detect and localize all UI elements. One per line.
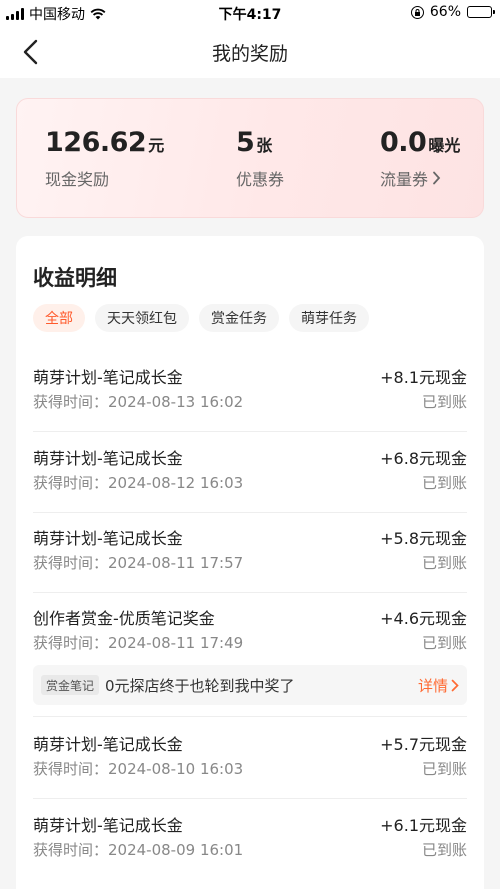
bounty-note-tag: 赏金笔记 [41,675,100,695]
coupon-summary[interactable]: 5张 优惠券 [236,127,284,190]
record-time: 获得时间：2024-08-09 16:01 [33,841,244,859]
status-bar: 中国移动 下午4:17 66% [0,0,500,26]
details-label: 详情 [417,677,448,695]
record-amount: +5.7元现金 [380,735,467,754]
record-title: 萌芽计划-笔记成长金 [33,529,183,548]
earning-record[interactable]: 创作者赏金-优质笔记奖金 +4.6元现金 获得时间：2024-08-11 17:… [33,605,467,717]
traffic-coupon-summary[interactable]: 0.0 曝光 流量券 [380,127,460,190]
earning-record[interactable]: 萌芽计划-笔记成长金 +6.1元现金 获得时间：2024-08-09 16:01… [33,812,467,880]
earning-record[interactable]: 萌芽计划-笔记成长金 +5.8元现金 获得时间：2024-08-11 17:57… [33,525,467,593]
record-time: 获得时间：2024-08-11 17:57 [33,554,244,572]
nav-bar: 我的奖励 [0,26,500,78]
record-amount: +6.8元现金 [380,449,467,468]
battery-percent: 66% [429,4,461,20]
divider [33,431,467,432]
record-status: 已到账 [421,474,467,492]
divider [33,798,467,799]
record-time: 获得时间：2024-08-12 16:03 [33,474,244,492]
record-status: 已到账 [421,393,467,411]
cash-reward-label: 现金奖励 [45,170,110,189]
divider [33,592,467,593]
earning-record[interactable]: 萌芽计划-笔记成长金 +5.7元现金 获得时间：2024-08-10 16:03… [33,731,467,799]
cash-reward-value: 126.62 [45,127,147,158]
record-time: 获得时间：2024-08-11 17:49 [33,634,244,652]
record-time: 获得时间：2024-08-13 16:02 [33,393,244,411]
filter-row: 全部 天天领红包 赏金任务 萌芽任务 [33,304,369,332]
traffic-label: 流量券 [380,170,429,189]
battery-icon [467,6,495,18]
status-right: 66% [410,4,495,20]
record-amount: +8.1元现金 [380,368,467,387]
traffic-value: 0.0 [380,127,427,158]
record-amount: +6.1元现金 [380,816,467,835]
bounty-note-box[interactable]: 赏金笔记 0元探店终于也轮到我中奖了 详情 [33,665,467,705]
record-time: 获得时间：2024-08-10 16:03 [33,760,244,778]
cash-reward-unit: 元 [148,136,165,155]
rotation-lock-icon [410,5,424,19]
coupon-unit: 张 [256,136,273,155]
divider [33,716,467,717]
coupon-label: 优惠券 [236,170,285,189]
chevron-right-icon [433,171,441,185]
record-title: 萌芽计划-笔记成长金 [33,816,183,835]
traffic-unit: 曝光 [428,136,461,155]
record-title: 萌芽计划-笔记成长金 [33,735,183,754]
record-amount: +5.8元现金 [380,529,467,548]
record-status: 已到账 [421,634,467,652]
earning-record[interactable]: 萌芽计划-笔记成长金 +6.8元现金 获得时间：2024-08-12 16:03… [33,445,467,513]
cash-reward-summary[interactable]: 126.62 元 现金奖励 [45,127,164,190]
filter-chip-sprout-task[interactable]: 萌芽任务 [289,304,369,332]
record-title: 萌芽计划-笔记成长金 [33,368,183,387]
record-status: 已到账 [421,554,467,572]
coupon-count: 5 [236,127,255,158]
bounty-note-title: 0元探店终于也轮到我中奖了 [105,677,295,695]
page-title: 我的奖励 [211,43,288,65]
details-link[interactable]: 详情 [418,675,459,696]
record-amount: +4.6元现金 [380,609,467,628]
filter-chip-daily-red-packet[interactable]: 天天领红包 [95,304,189,332]
record-status: 已到账 [421,841,467,859]
rewards-summary-card: 126.62 元 现金奖励 5张 优惠券 0.0 曝光 流量券 [16,98,484,218]
traffic-label-row: 流量券 [380,166,460,190]
earnings-detail-card: 收益明细 全部 天天领红包 赏金任务 萌芽任务 萌芽计划-笔记成长金 +8.1元… [16,236,484,889]
earnings-title: 收益明细 [33,266,117,290]
filter-chip-bounty-task[interactable]: 赏金任务 [199,304,279,332]
record-title: 萌芽计划-笔记成长金 [33,449,183,468]
chevron-right-icon [451,679,459,692]
divider [33,512,467,513]
record-status: 已到账 [421,760,467,778]
filter-chip-all[interactable]: 全部 [33,304,85,332]
earning-record[interactable]: 萌芽计划-笔记成长金 +8.1元现金 获得时间：2024-08-13 16:02… [33,364,467,432]
record-title: 创作者赏金-优质笔记奖金 [33,609,215,628]
